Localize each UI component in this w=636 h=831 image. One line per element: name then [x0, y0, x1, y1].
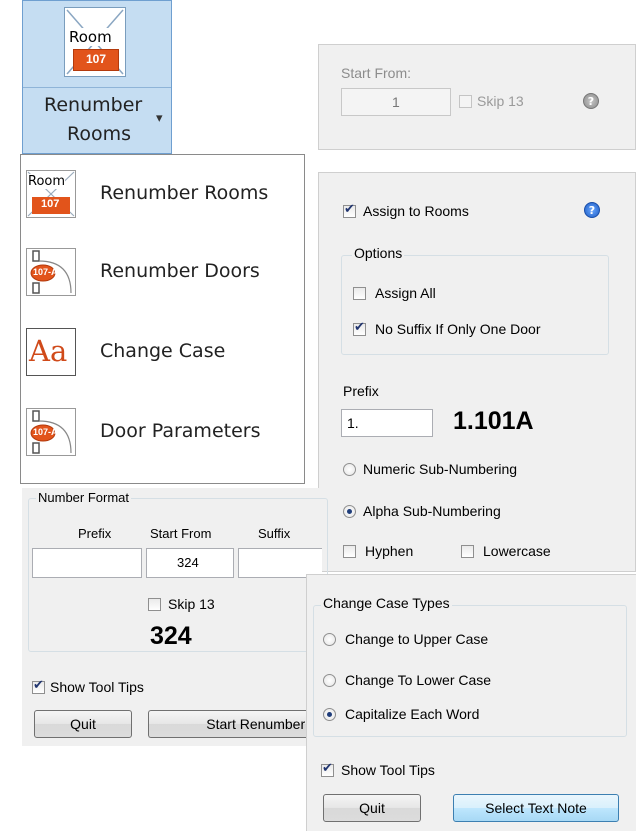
menu-item-door-parameters[interactable]: 107-A Door Parameters	[22, 400, 302, 464]
suffix-column-header: Suffix	[258, 526, 291, 541]
door-icon-number: 107-A	[33, 267, 58, 277]
hyphen-label: Hyphen	[365, 543, 414, 559]
start-from-label: Start From:	[341, 65, 412, 81]
lower-case-radio[interactable]	[323, 674, 336, 687]
assign-to-rooms-checkbox[interactable]	[343, 202, 356, 218]
door-options-panel: Assign to Rooms ? Options Assign All No …	[318, 172, 636, 572]
ribbon-label-line2: Rooms	[67, 123, 132, 145]
menu-item-label: Renumber Doors	[100, 260, 260, 282]
room-icon-number: 107	[86, 52, 107, 66]
room-icon: Room 107	[64, 7, 126, 77]
room-icon-number: 107	[41, 198, 60, 210]
start-renumbering-button[interactable]: Start Renumberin	[148, 710, 318, 738]
prefix-field[interactable]	[32, 548, 142, 578]
start-from-column-header: Start From	[150, 526, 212, 541]
skip-13-label: Skip 13	[168, 596, 215, 612]
ribbon-label-line1: Renumber	[44, 94, 143, 116]
alpha-sub-numbering-radio[interactable]	[343, 505, 356, 518]
change-case-icon: Aa	[26, 328, 76, 376]
menu-item-renumber-rooms[interactable]: Room 107 Renumber Rooms	[22, 162, 302, 226]
door-parameters-icon-number: 107-A	[33, 427, 58, 437]
numeric-sub-numbering-radio[interactable]	[343, 463, 356, 476]
upper-case-label: Change to Upper Case	[345, 631, 489, 647]
door-icon: 107-A	[26, 248, 76, 296]
change-case-types-title: Change Case Types	[321, 595, 452, 611]
numeric-sub-numbering-label: Numeric Sub-Numbering	[363, 461, 518, 477]
show-tool-tips-checkbox[interactable]	[321, 761, 334, 777]
start-from-panel: Start From: 1 Skip 13 ?	[318, 44, 636, 150]
options-group-title: Options	[352, 245, 405, 261]
prefix-column-header: Prefix	[78, 526, 112, 541]
hyphen-checkbox[interactable]	[343, 545, 356, 558]
prefix-input[interactable]: 1.	[341, 409, 433, 437]
no-suffix-checkbox[interactable]	[353, 320, 366, 336]
menu-item-label: Change Case	[100, 340, 226, 362]
lowercase-label: Lowercase	[483, 543, 551, 559]
door-parameters-icon: 107-A	[26, 408, 76, 456]
show-tool-tips-checkbox[interactable]	[32, 678, 45, 694]
skip-13-checkbox[interactable]	[459, 95, 472, 108]
upper-case-radio[interactable]	[323, 633, 336, 646]
show-tool-tips-label: Show Tool Tips	[50, 679, 144, 695]
help-icon[interactable]: ?	[584, 202, 600, 218]
change-case-panel: Change Case Types Change to Upper Case C…	[306, 574, 636, 831]
show-tool-tips-label: Show Tool Tips	[341, 762, 435, 778]
lower-case-label: Change To Lower Case	[345, 672, 492, 688]
number-preview: 324	[150, 622, 192, 650]
start-from-field-value: 324	[177, 555, 199, 570]
start-from-field[interactable]: 324	[146, 548, 234, 578]
menu-item-renumber-doors[interactable]: 107-A Renumber Doors	[22, 240, 302, 304]
room-icon-label: Room	[69, 28, 112, 46]
alpha-sub-numbering-label: Alpha Sub-Numbering	[363, 503, 501, 519]
quit-button[interactable]: Quit	[323, 794, 421, 822]
prefix-label: Prefix	[343, 383, 379, 399]
menu-item-change-case[interactable]: Aa Change Case	[22, 320, 302, 384]
start-from-value: 1	[392, 94, 400, 110]
capitalize-each-word-radio[interactable]	[323, 708, 336, 721]
number-format-panel: Number Format Prefix Start From Suffix 3…	[22, 488, 328, 746]
quit-button[interactable]: Quit	[34, 710, 132, 738]
no-suffix-label: No Suffix If Only One Door	[375, 321, 541, 337]
room-icon-label: Room	[28, 174, 66, 189]
skip-13-checkbox[interactable]	[148, 598, 161, 611]
lowercase-checkbox[interactable]	[461, 545, 474, 558]
chevron-down-icon[interactable]: ▾	[156, 110, 163, 126]
prefix-value: 1.	[347, 415, 359, 431]
change-case-icon-text: Aa	[29, 334, 68, 368]
door-number-preview: 1.101A	[453, 407, 534, 435]
assign-all-label: Assign All	[375, 285, 436, 301]
menu-item-label: Door Parameters	[100, 420, 261, 442]
options-group	[341, 255, 609, 355]
menu-item-label: Renumber Rooms	[100, 182, 269, 204]
skip-13-label: Skip 13	[477, 93, 524, 109]
renumber-rooms-ribbon-button[interactable]: Room 107 Renumber Rooms ▾	[22, 0, 172, 154]
help-icon[interactable]: ?	[583, 93, 599, 109]
assign-all-checkbox[interactable]	[353, 287, 366, 300]
capitalize-each-word-label: Capitalize Each Word	[345, 706, 480, 722]
start-from-input[interactable]: 1	[341, 88, 451, 116]
assign-to-rooms-label: Assign to Rooms	[363, 203, 469, 219]
select-text-note-button[interactable]: Select Text Note	[453, 794, 619, 822]
room-icon: Room 107	[26, 170, 76, 218]
number-format-title: Number Format	[36, 490, 132, 505]
